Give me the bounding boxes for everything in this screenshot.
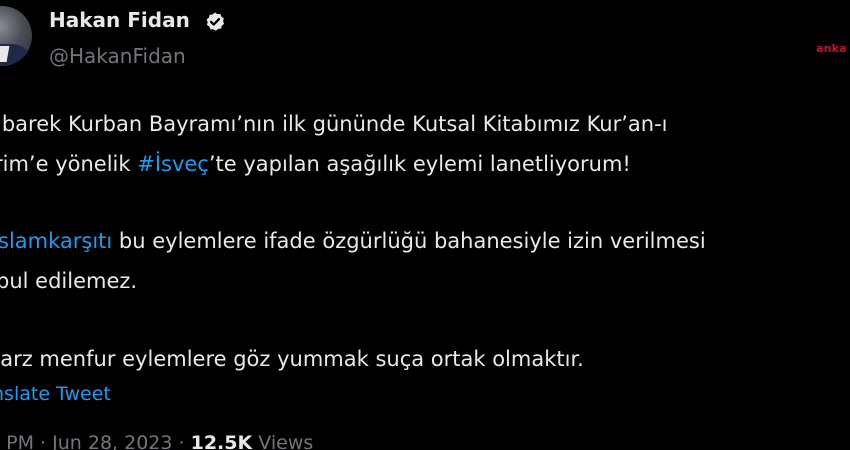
tweet-screenshot: Hakan Fidan @HakanFidan anka ibarek Kurb… (0, 0, 850, 450)
tweet-meta: 5 PM · Jun 28, 2023 · 12.5K Views (0, 432, 313, 450)
tweet-text: ’te yapılan aşağılık eylemi lanetliyorum… (208, 152, 631, 176)
tweet-text: ibarek Kurban Bayramı’nın ilk gününde Ku… (0, 112, 668, 136)
tweet-text: bu eylemlere ifade özgürlüğü bahanesiyle… (112, 229, 706, 253)
avatar[interactable] (0, 6, 32, 66)
verified-badge-icon (206, 12, 225, 31)
meta-separator: · (40, 432, 47, 450)
tweet-time[interactable]: 5 PM (0, 432, 34, 450)
views-count: 12.5K (190, 432, 253, 450)
views-label: Views (258, 432, 314, 450)
watermark-logo: anka (816, 42, 847, 55)
translate-tweet-link[interactable]: nslate Tweet (0, 383, 111, 405)
meta-separator: · (178, 432, 185, 450)
tweet-text-line: tarz menfur eylemlere göz yummak suça or… (0, 345, 584, 373)
author-handle[interactable]: @HakanFidan (49, 44, 186, 68)
author-display-name[interactable]: Hakan Fidan (49, 8, 190, 32)
tweet-text: rim’e yönelik (0, 152, 138, 176)
tweet-date[interactable]: Jun 28, 2023 (52, 432, 172, 450)
tweet-text-line: slamkarşıtı bu eylemlere ifade özgürlüğü… (0, 227, 706, 255)
tweet-text-line: rim’e yönelik #İsveç’te yapılan aşağılık… (0, 150, 631, 178)
tweet-text-line: bul edilemez. (0, 267, 137, 295)
hashtag-link-islamkarsiti[interactable]: slamkarşıtı (0, 229, 112, 253)
tweet-text-line: ibarek Kurban Bayramı’nın ilk gününde Ku… (0, 110, 668, 138)
tweet-text: bul edilemez. (0, 269, 138, 293)
hashtag-link-isvec[interactable]: #İsveç (137, 152, 209, 176)
tweet-text: tarz menfur eylemlere göz yummak suça or… (0, 347, 584, 371)
